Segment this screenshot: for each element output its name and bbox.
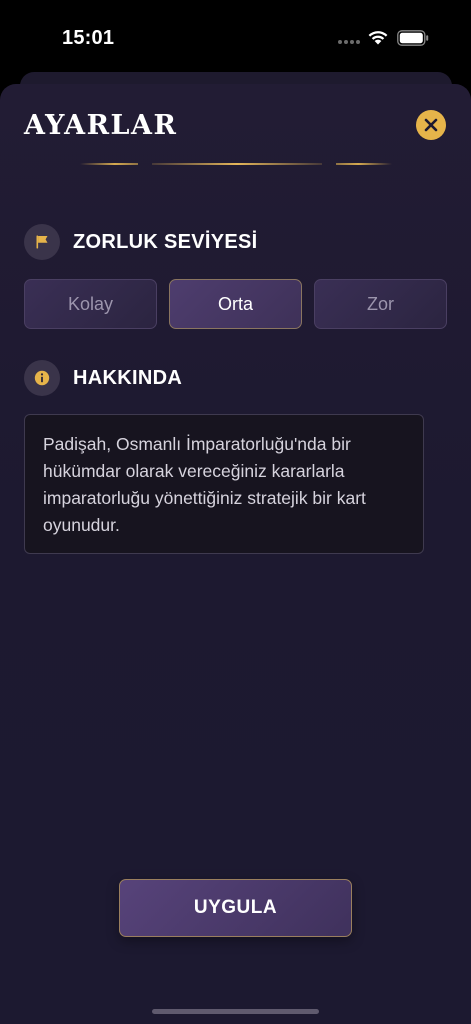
battery-icon [397, 30, 429, 46]
difficulty-option-zor[interactable]: Zor [314, 279, 447, 329]
difficulty-section-icon [24, 224, 60, 260]
info-icon [34, 370, 50, 386]
difficulty-option-orta[interactable]: Orta [169, 279, 302, 329]
about-description-text: Padişah, Osmanlı İmparatorluğu'nda bir h… [43, 434, 366, 535]
close-button[interactable] [416, 110, 446, 140]
difficulty-section-title: ZORLUK SEVİYESİ [73, 231, 258, 253]
page-title: AYARLAR [24, 110, 178, 141]
apply-button[interactable]: UYGULA [119, 879, 352, 937]
flag-icon [36, 235, 48, 249]
signal-icon [338, 40, 360, 44]
ornament-divider-center [152, 163, 322, 165]
about-description-box: Padişah, Osmanlı İmparatorluğu'nda bir h… [24, 414, 424, 554]
status-bar: 15:01 [0, 0, 471, 74]
about-section-icon [24, 360, 60, 396]
home-indicator[interactable] [152, 1009, 319, 1014]
wifi-icon [368, 31, 388, 45]
close-icon [424, 118, 438, 132]
status-time: 15:01 [62, 27, 115, 49]
about-section-title: HAKKINDA [73, 367, 183, 389]
ornament-divider-left [80, 163, 138, 165]
difficulty-option-kolay[interactable]: Kolay [24, 279, 157, 329]
ornament-divider-right [336, 163, 392, 165]
